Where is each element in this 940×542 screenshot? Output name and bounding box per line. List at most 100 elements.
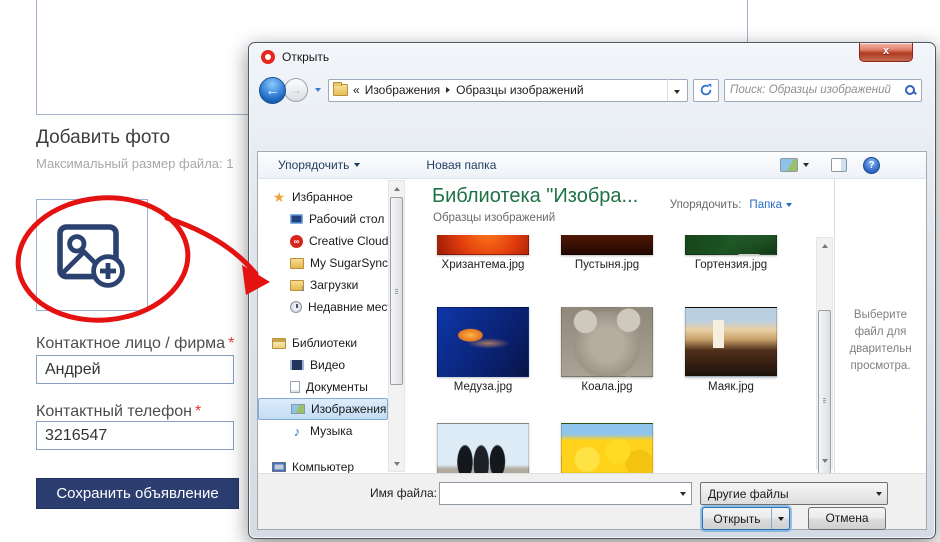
sidebar-group: КомпьютерЛокальный диск (C (258, 456, 388, 473)
sidebar-group-label: Библиотеки (292, 336, 357, 350)
breadcrumb-prefix: « (353, 83, 360, 97)
sidebar-item[interactable]: Недавние места (258, 296, 388, 318)
max-file-size-note: Максимальный размер файла: 1 (36, 156, 233, 171)
search-icon[interactable] (904, 84, 916, 96)
file-list-scrollbar[interactable] (816, 237, 833, 469)
sidebar-item[interactable]: ∞Creative Cloud Files (258, 230, 388, 252)
organize-menu-button[interactable]: Упорядочить (272, 155, 366, 175)
help-button[interactable]: ? (863, 157, 880, 174)
sidebar-scrollbar[interactable] (388, 180, 405, 472)
search-box (724, 79, 922, 102)
sidebar-item-label: Документы (306, 380, 368, 394)
arrange-by-dropdown[interactable]: Папка (749, 199, 792, 211)
lighthouse-thumbnail (685, 307, 777, 377)
sidebar-item[interactable]: Рабочий стол (258, 208, 388, 230)
file-item[interactable]: Пингвины.jpg (421, 423, 545, 473)
music-icon: ♪ (290, 424, 304, 438)
file-item[interactable]: Хризантема.jpg (421, 235, 545, 271)
open-file-dialog: Открыть x ← → « Изображения Образцы изобр… (248, 42, 936, 539)
sidebar-item[interactable]: Документы (258, 376, 388, 398)
save-ad-button[interactable]: Сохранить объявление (36, 478, 239, 509)
file-name: Коала.jpg (581, 381, 632, 393)
scrollbar-thumb[interactable] (390, 197, 403, 385)
penguins-thumbnail (437, 423, 529, 473)
cancel-button[interactable]: Отмена (808, 507, 886, 530)
sidebar-item-label: Рабочий стол (309, 212, 384, 226)
sidebar-item[interactable]: Видео (258, 354, 388, 376)
add-photo-heading: Добавить фото (36, 127, 170, 149)
open-button[interactable]: Открыть (702, 507, 790, 530)
documents-icon (290, 381, 300, 393)
change-view-button[interactable] (774, 155, 815, 175)
scroll-up-button[interactable] (817, 238, 832, 253)
scroll-down-button[interactable] (817, 453, 832, 468)
sidebar-group-header[interactable]: Библиотеки (258, 332, 388, 354)
file-item[interactable]: Медуза.jpg (421, 307, 545, 393)
search-input[interactable] (730, 84, 904, 96)
filename-dropdown-button[interactable] (674, 483, 691, 504)
sidebar-item-label: Изображения (311, 402, 386, 416)
breadcrumb-item[interactable]: Изображения (365, 83, 440, 97)
back-button[interactable]: ← (259, 77, 286, 104)
preview-pane-button[interactable] (825, 155, 853, 175)
triangle-up-icon (394, 187, 400, 191)
opera-icon (261, 50, 275, 64)
file-item[interactable]: Маяк.jpg (669, 307, 793, 393)
folder-icon (290, 258, 304, 269)
sidebar-item[interactable]: My SugarSync (258, 252, 388, 274)
required-asterisk: * (195, 403, 201, 420)
back-arrow-icon: ← (266, 82, 280, 98)
recent-icon (290, 301, 302, 313)
tulips-thumbnail (561, 423, 653, 473)
koala-thumbnail (561, 307, 653, 377)
dialog-title: Открыть (282, 50, 329, 64)
recent-pages-dropdown-icon[interactable] (315, 88, 321, 92)
chevron-down-icon (870, 483, 887, 504)
scroll-down-button[interactable] (389, 456, 404, 471)
contact-phone-input[interactable] (36, 421, 234, 450)
breadcrumb-item[interactable]: Образцы изображений (456, 83, 583, 97)
refresh-button[interactable] (693, 79, 719, 102)
preview-text-line: просмотра. (835, 358, 926, 375)
required-asterisk: * (228, 335, 234, 352)
filename-combo (439, 482, 692, 505)
add-image-icon (52, 215, 132, 295)
scroll-up-button[interactable] (389, 181, 404, 196)
file-item[interactable]: Коала.jpg (545, 307, 669, 393)
file-name: Маяк.jpg (708, 381, 754, 393)
preview-text-line: файл для (835, 324, 926, 341)
views-icon (780, 158, 798, 172)
forward-button[interactable]: → (284, 78, 308, 102)
open-split-dropdown[interactable] (771, 508, 789, 529)
file-name: Медуза.jpg (454, 381, 513, 393)
photo-upload-button[interactable] (36, 199, 148, 311)
contact-name-input[interactable] (36, 355, 234, 384)
new-folder-button[interactable]: Новая папка (420, 155, 502, 175)
library-header: Библиотека "Изобра... Образцы изображени… (405, 179, 834, 235)
arrange-by-label: Упорядочить: (670, 199, 742, 211)
file-row: Пингвины.jpgТюльпаны.jpg (421, 423, 815, 473)
dialog-client-area: Упорядочить Новая папка ? ★Избранн (257, 151, 927, 530)
close-button[interactable]: x (859, 43, 913, 62)
file-row: Хризантема.jpgПустыня.jpgГортензия.jpg (421, 235, 815, 271)
dialog-titlebar[interactable]: Открыть x (249, 43, 935, 71)
filename-input[interactable] (440, 483, 674, 504)
file-item[interactable]: Тюльпаны.jpg (545, 423, 669, 473)
file-item[interactable]: Пустыня.jpg (545, 235, 669, 271)
sidebar-group: ★Избранное Рабочий стол ∞Creative Cloud Fi… (258, 186, 388, 318)
filetype-select[interactable]: Другие файлы (700, 482, 888, 505)
breadcrumb-dropdown[interactable] (667, 79, 683, 101)
sidebar-group-header[interactable]: Компьютер (258, 456, 388, 473)
sidebar-item[interactable]: ♪Музыка (258, 420, 388, 442)
computer-icon (272, 462, 286, 472)
sidebar-group-header[interactable]: ★Избранное (258, 186, 388, 208)
desktop-icon (290, 214, 303, 224)
sidebar-item[interactable]: Изображения (258, 398, 388, 420)
sidebar-group-label: Избранное (292, 190, 353, 204)
breadcrumb[interactable]: « Изображения Образцы изображений (328, 79, 688, 102)
jellyfish-thumbnail (437, 307, 529, 377)
file-item[interactable]: Гортензия.jpg (669, 235, 793, 271)
chevron-down-icon (674, 90, 680, 94)
preview-pane: Выберитефайл длядварительнпросмотра. (834, 179, 926, 473)
sidebar-item[interactable]: Загрузки (258, 274, 388, 296)
